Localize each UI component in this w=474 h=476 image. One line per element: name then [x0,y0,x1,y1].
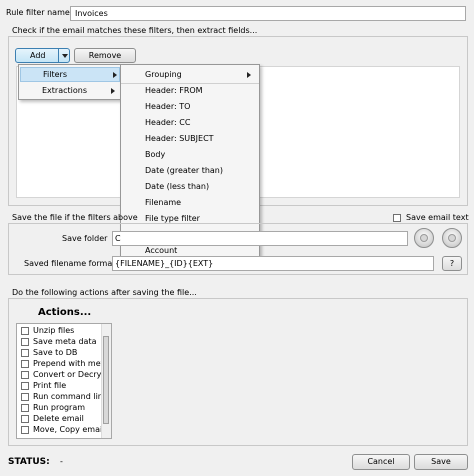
add-menu: Filters Extractions [18,64,122,100]
save-folder-label: Save folder [62,234,108,243]
menu-item-filters[interactable]: Filters [20,67,120,82]
save-button[interactable]: Save [414,454,468,470]
actions-list[interactable]: Unzip files Save meta data Save to DB Pr… [16,323,112,439]
browse-folder-button[interactable] [414,228,434,248]
submenu-item-label: Header: SUBJECT [145,134,214,143]
menu-item-filters-label: Filters [43,70,67,79]
actions-list-scrollbar[interactable] [101,324,111,438]
save-email-text-checkbox[interactable] [393,214,401,222]
action-label: Save meta data [33,337,97,346]
action-label: Delete email [33,414,84,423]
submenu-item-label: Header: TO [145,102,191,111]
submenu-item-label: Date (less than) [145,182,210,191]
submenu-item-filename[interactable]: Filename [121,195,259,210]
action-checkbox[interactable] [21,426,29,434]
actions-heading: Actions... [38,307,92,318]
action-checkbox[interactable] [21,349,29,357]
remove-button[interactable]: Remove [74,48,136,63]
action-label: Move, Copy email [33,425,105,434]
action-checkbox[interactable] [21,371,29,379]
open-folder-button[interactable] [442,228,462,248]
submenu-item-label: Header: CC [145,118,191,127]
submenu-item-label: Header: FROM [145,86,203,95]
rule-name-input[interactable]: Invoices [70,6,466,21]
status-label: STATUS: [8,457,50,467]
submenu-item-label: Filename [145,198,182,207]
submenu-item-header-cc[interactable]: Header: CC [121,115,259,130]
submenu-item-header-from[interactable]: Header: FROM [121,83,259,98]
save-folder-input[interactable]: C [112,231,408,246]
chevron-right-icon [113,72,117,78]
cancel-button[interactable]: Cancel [352,454,410,470]
menu-item-extractions-label: Extractions [42,86,88,95]
chevron-right-icon [247,72,251,78]
action-checkbox[interactable] [21,415,29,423]
scrollbar-thumb[interactable] [103,336,109,424]
add-button[interactable]: Add [15,48,70,63]
rule-name-label: Rule filter name [6,8,70,17]
submenu-item-header-subject[interactable]: Header: SUBJECT [121,131,259,146]
submenu-item-label: Grouping [145,70,182,79]
submenu-item-body[interactable]: Body [121,147,259,162]
folder-icon [420,234,428,242]
help-button[interactable]: ? [442,256,462,271]
action-label: Run command line [33,392,108,401]
action-checkbox[interactable] [21,327,29,335]
open-icon [448,234,456,242]
filename-format-label: Saved filename format [24,259,116,268]
submenu-item-header-to[interactable]: Header: TO [121,99,259,114]
action-checkbox[interactable] [21,382,29,390]
action-label: Run program [33,403,86,412]
action-label: Prepend with meta [33,359,109,368]
submenu-item-label: Date (greater than) [145,166,223,175]
action-label: Convert or Decrypt [33,370,110,379]
action-checkbox[interactable] [21,404,29,412]
chevron-down-icon[interactable] [62,54,68,58]
add-button-divider [58,49,59,62]
action-checkbox[interactable] [21,393,29,401]
add-button-label: Add [30,51,46,60]
submenu-item-date-greater[interactable]: Date (greater than) [121,163,259,178]
save-email-text-label: Save email text [406,213,469,222]
submenu-item-label: Body [145,150,166,159]
action-label: Unzip files [33,326,75,335]
action-checkbox[interactable] [21,338,29,346]
menu-item-extractions[interactable]: Extractions [19,83,121,98]
submenu-item-grouping[interactable]: Grouping [121,67,259,82]
status-value: - [60,457,63,466]
action-label: Print file [33,381,67,390]
action-checkbox[interactable] [21,360,29,368]
filename-format-input[interactable]: {FILENAME}_{ID}{EXT} [112,256,434,271]
action-label: Save to DB [33,348,78,357]
chevron-right-icon [111,88,115,94]
submenu-item-date-less[interactable]: Date (less than) [121,179,259,194]
